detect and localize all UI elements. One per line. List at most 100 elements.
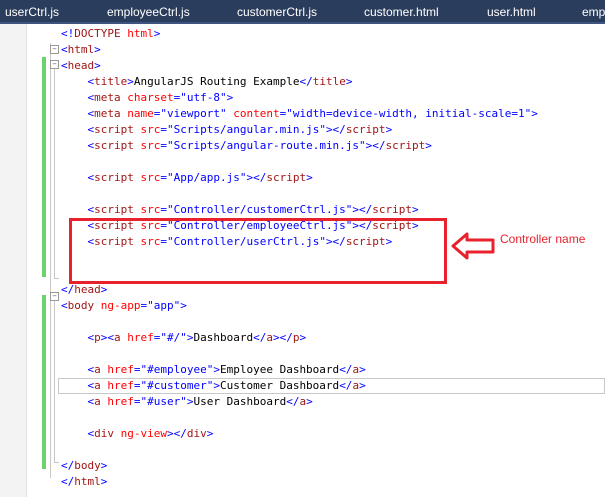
code-line[interactable]: <head> xyxy=(61,58,101,74)
tab-userctrl-js[interactable]: userCtrl.js xyxy=(5,0,59,22)
code-token: User Dashboard xyxy=(193,395,287,408)
code-token: > xyxy=(425,139,432,152)
left-arrow-icon xyxy=(451,232,495,260)
code-token: href xyxy=(107,363,134,376)
code-editor[interactable]: − − − <!DOCTYPE html> <html> <head> <title… xyxy=(0,24,605,497)
code-token: title xyxy=(94,75,128,88)
code-token: href xyxy=(127,331,154,344)
code-token: Customer Dashboard xyxy=(219,379,340,392)
code-line[interactable]: <a href="#employee">Employee Dashboard</… xyxy=(61,362,366,378)
code-token: body xyxy=(74,459,101,472)
code-token: a xyxy=(94,379,101,392)
code-token: ="Scripts/angular.min.js"></ xyxy=(160,123,346,136)
code-token: ="#/"> xyxy=(153,331,194,344)
code-token: > xyxy=(94,43,101,56)
code-token: ="Scripts/angular-route.min.js"></ xyxy=(160,139,386,152)
code-token: < xyxy=(61,203,95,216)
tab-emp[interactable]: emp xyxy=(582,0,605,22)
code-token: ="app"> xyxy=(140,299,187,312)
outline-guide-end xyxy=(54,278,59,279)
controller-scripts-highlight-box xyxy=(69,218,447,284)
code-token: </ xyxy=(61,283,75,296)
collapse-toggle[interactable]: − xyxy=(50,292,59,301)
code-line[interactable]: <script src="Scripts/angular-route.min.j… xyxy=(61,138,432,154)
code-line[interactable]: <a href="#customer">Customer Dashboard</… xyxy=(61,378,366,394)
code-token: a xyxy=(266,331,273,344)
code-token: AngularJS Routing Example xyxy=(133,75,300,88)
code-token: ="width=device-width, initial-scale=1"> xyxy=(279,107,538,120)
tab-employeectrl-js[interactable]: employeeCtrl.js xyxy=(107,0,190,22)
code-token: < xyxy=(61,331,95,344)
code-token: href xyxy=(107,379,134,392)
code-token: </ xyxy=(299,75,313,88)
code-token: > xyxy=(299,331,307,344)
code-token: script xyxy=(345,123,386,136)
code-token: > xyxy=(100,283,108,296)
collapse-toggle[interactable]: − xyxy=(50,45,59,54)
code-token: html xyxy=(127,27,154,40)
code-token: div xyxy=(186,427,207,440)
code-line[interactable]: </html> xyxy=(61,474,107,490)
collapse-toggle[interactable]: − xyxy=(50,60,59,69)
tab-customer-html[interactable]: customer.html xyxy=(364,0,439,22)
code-token: ng-app xyxy=(100,299,141,312)
code-token: < xyxy=(61,427,95,440)
code-token: body xyxy=(67,299,95,312)
code-token: > xyxy=(359,363,366,376)
code-token: ="Controller/customerCtrl.js"></ xyxy=(160,203,373,216)
tab-user-html[interactable]: user.html xyxy=(487,0,536,22)
controller-name-label: Controller name xyxy=(500,232,586,246)
code-token: </ xyxy=(253,331,267,344)
code-token: Employee Dashboard xyxy=(219,363,340,376)
code-token: ng-view xyxy=(120,427,167,440)
code-token: ></ xyxy=(166,427,187,440)
code-line[interactable]: <div ng-view></div> xyxy=(61,426,213,442)
code-token: > xyxy=(412,203,419,216)
code-line[interactable]: <script src="Scripts/angular.min.js"></s… xyxy=(61,122,392,138)
code-token: </ xyxy=(61,475,75,488)
code-token: > xyxy=(153,27,161,40)
code-token: ="#employee"> xyxy=(133,363,220,376)
code-token: ="#user"> xyxy=(133,395,194,408)
indicator-margin xyxy=(0,24,27,497)
code-token: < xyxy=(61,43,68,56)
code-token: html xyxy=(67,43,95,56)
code-line[interactable]: <meta charset="utf-8"> xyxy=(61,90,233,106)
code-line[interactable]: </head> xyxy=(61,282,107,298)
code-token: script xyxy=(266,171,307,184)
code-line[interactable]: <p><a href="#/">Dashboard</a></p> xyxy=(61,330,306,346)
code-token: Dashboard xyxy=(193,331,254,344)
code-line[interactable]: <html> xyxy=(61,42,101,58)
code-token: a xyxy=(114,331,121,344)
code-token: title xyxy=(312,75,346,88)
code-token: html xyxy=(74,475,101,488)
code-token: < xyxy=(61,59,68,72)
code-line[interactable]: <a href="#user">User Dashboard</a> xyxy=(61,394,312,410)
code-token: p xyxy=(94,331,101,344)
code-token: meta xyxy=(94,107,121,120)
code-line[interactable]: <meta name="viewport" content="width=dev… xyxy=(61,106,538,122)
code-token: > xyxy=(345,75,353,88)
code-line[interactable]: <script src="App/app.js"></script> xyxy=(61,170,313,186)
code-token: </ xyxy=(339,379,353,392)
code-token: content xyxy=(233,107,280,120)
code-line[interactable]: <body ng-app="app"> xyxy=(61,298,187,314)
code-line[interactable]: <!DOCTYPE html> xyxy=(61,26,160,42)
code-token: > xyxy=(359,379,366,392)
code-token: name xyxy=(127,107,154,120)
outline-guide xyxy=(54,301,55,463)
tab-customerctrl-js[interactable]: customerCtrl.js xyxy=(237,0,317,22)
code-token: > xyxy=(306,171,313,184)
code-token: src xyxy=(140,171,161,184)
code-token: </ xyxy=(286,395,300,408)
code-token: meta xyxy=(94,91,121,104)
code-line[interactable]: <script src="Controller/customerCtrl.js"… xyxy=(61,202,419,218)
code-line[interactable]: </body> xyxy=(61,458,107,474)
code-token: ="viewport" xyxy=(153,107,234,120)
code-token: script xyxy=(94,139,134,152)
code-line[interactable]: <title>AngularJS Routing Example</title> xyxy=(61,74,352,90)
